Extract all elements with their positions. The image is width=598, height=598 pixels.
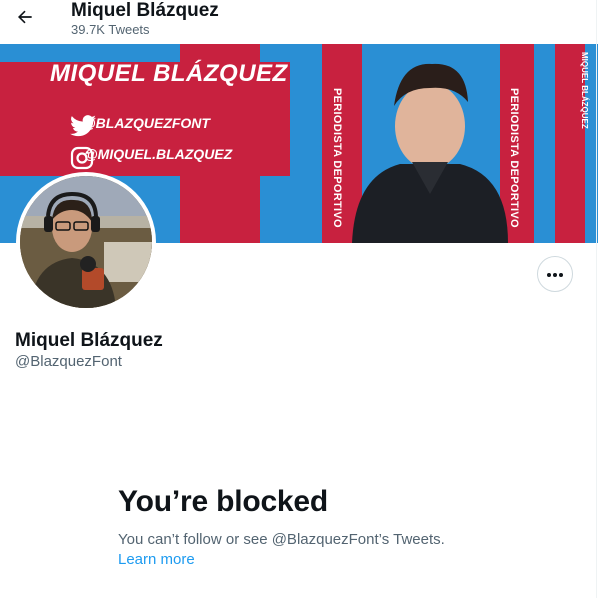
back-button[interactable]	[8, 2, 42, 36]
more-options-button[interactable]	[537, 256, 573, 292]
blocked-notice: You’re blocked You can’t follow or see @…	[118, 484, 518, 570]
profile-name: Miquel Blázquez	[15, 330, 163, 351]
banner-vertical-text-right: PERIODISTA DEPORTIVO	[508, 88, 520, 228]
top-bar: Miquel Blázquez 39.7K Tweets	[0, 0, 598, 44]
banner-instagram-handle: @MIQUEL.BLAZQUEZ	[84, 146, 233, 162]
banner-twitter-handle: @BLAZQUEZFONT	[82, 115, 210, 131]
column-divider	[596, 0, 597, 598]
banner-headline: MIQUEL BLÁZQUEZ	[50, 60, 288, 87]
header-title: Miquel Blázquez	[71, 0, 219, 21]
tweet-count: 39.7K Tweets	[71, 22, 150, 37]
blocked-heading: You’re blocked	[118, 485, 329, 518]
more-horizontal-icon	[546, 265, 564, 283]
profile-handle: @BlazquezFont	[15, 353, 122, 370]
banner-vertical-text-left: PERIODISTA DEPORTIVO	[331, 88, 343, 228]
learn-more-link[interactable]: Learn more	[118, 550, 195, 570]
banner-side-text: MIQUEL BLÁZQUEZ	[580, 52, 589, 129]
avatar[interactable]	[16, 172, 156, 312]
blocked-message: You can’t follow or see @BlazquezFont’s …	[118, 531, 445, 548]
arrow-left-icon	[15, 7, 35, 32]
